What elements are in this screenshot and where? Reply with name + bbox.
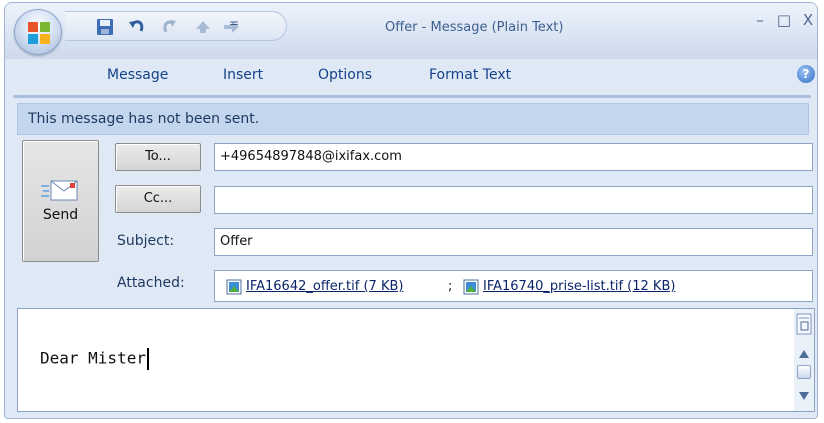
scroll-up-arrow-icon[interactable] (798, 349, 810, 359)
minimize-button[interactable]: – (749, 11, 771, 29)
subject-value: Offer (220, 234, 253, 249)
customize-toolbar-dropdown[interactable]: = (227, 16, 241, 34)
to-button[interactable]: To... (115, 143, 201, 171)
tab-insert[interactable]: Insert (223, 67, 263, 83)
ribbon-tabs: Message Insert Options Format Text ? (5, 59, 817, 93)
close-button[interactable]: X (797, 11, 817, 29)
to-button-label: To... (145, 149, 171, 164)
subject-field[interactable]: Offer (214, 228, 813, 256)
window-title: Offer - Message (Plain Text) (385, 20, 564, 35)
vertical-scrollbar[interactable] (794, 309, 814, 411)
scroll-down-arrow-icon[interactable] (798, 391, 810, 401)
outlook-message-window: = Offer - Message (Plain Text) – □ X Mes… (4, 2, 818, 419)
cc-button[interactable]: Cc... (115, 185, 201, 213)
title-bar: = Offer - Message (Plain Text) – □ X (5, 3, 817, 59)
message-body-text: Dear Mister (40, 348, 149, 370)
attachment-link[interactable]: IFA16740_prise-list.tif (12 KB) (483, 279, 675, 294)
cc-button-label: Cc... (143, 191, 173, 206)
help-icon[interactable]: ? (797, 65, 815, 83)
attachment-separator: ; (448, 279, 453, 294)
envelope-icon (41, 180, 78, 201)
text-caret (146, 348, 149, 370)
tab-options[interactable]: Options (318, 67, 372, 83)
office-button[interactable] (14, 9, 62, 55)
to-field[interactable]: +49654897848@ixifax.com (214, 143, 813, 171)
maximize-button[interactable]: □ (773, 11, 795, 29)
scroll-thumb[interactable] (797, 365, 811, 379)
tab-format-text[interactable]: Format Text (429, 67, 511, 83)
view-ruler-icon[interactable] (796, 313, 812, 335)
attached-label: Attached: (117, 275, 185, 291)
attachment-link[interactable]: IFA16642_offer.tif (7 KB) (246, 279, 403, 294)
tif-file-icon (226, 279, 242, 295)
previous-item-icon[interactable] (193, 17, 213, 37)
office-logo-icon (28, 22, 50, 44)
message-body[interactable]: Dear Mister (17, 308, 815, 412)
ribbon-divider (13, 95, 811, 98)
undo-icon[interactable] (127, 17, 147, 37)
info-bar-text: This message has not been sent. (28, 111, 260, 127)
to-value: +49654897848@ixifax.com (220, 149, 402, 164)
tif-file-icon (463, 279, 479, 295)
tab-message[interactable]: Message (107, 67, 168, 83)
save-icon[interactable] (95, 17, 115, 37)
attachments-field: IFA16642_offer.tif (7 KB) ; IFA16740_pri… (214, 270, 813, 302)
send-button[interactable]: Send (22, 140, 99, 262)
subject-label: Subject: (117, 233, 175, 249)
send-label: Send (42, 207, 79, 223)
info-bar: This message has not been sent. (17, 103, 809, 135)
quick-access-toolbar (65, 11, 287, 41)
body-text-content: Dear Mister (40, 348, 146, 368)
cc-field[interactable] (214, 186, 813, 214)
redo-icon[interactable] (159, 17, 179, 37)
